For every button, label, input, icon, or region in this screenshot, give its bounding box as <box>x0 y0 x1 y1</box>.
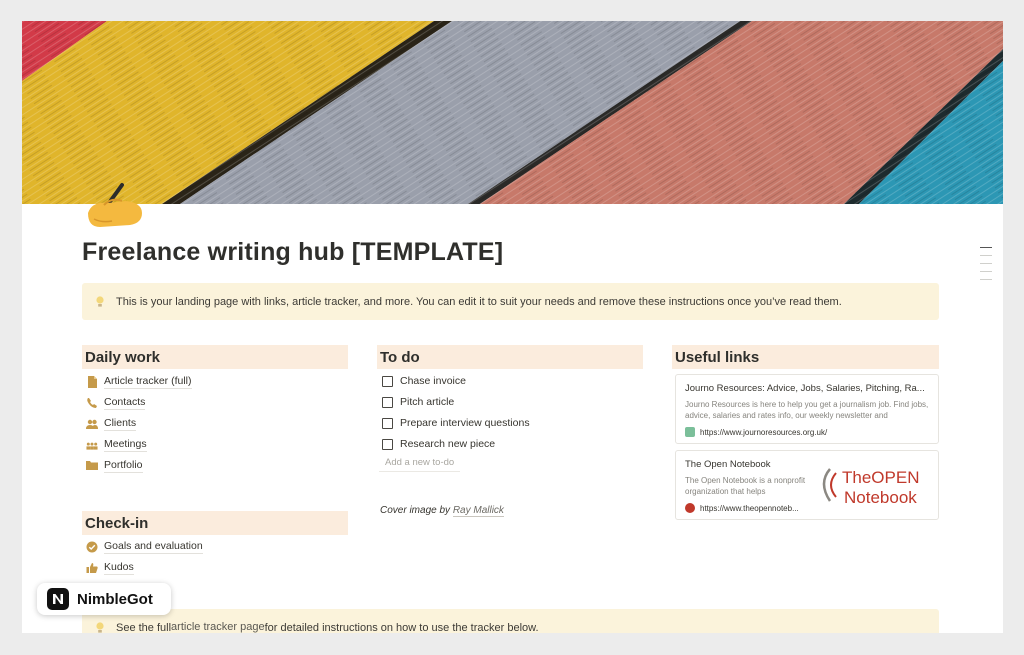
todo-checkbox[interactable] <box>382 418 393 429</box>
tracker-callout: See the full article tracker page for de… <box>82 609 939 633</box>
link-portfolio[interactable]: Portfolio <box>86 455 192 476</box>
bookmark-journo-resources[interactable]: Journo Resources: Advice, Jobs, Salaries… <box>675 374 939 444</box>
link-clients[interactable]: Clients <box>86 413 192 434</box>
photographer-link[interactable]: Ray Mallick <box>452 505 504 517</box>
bookmark-description: The Open Notebook is a nonprofit organiz… <box>685 476 806 496</box>
writing-hand-icon[interactable] <box>82 179 148 233</box>
lightbulb-icon <box>96 295 104 307</box>
cover-credit: Cover image by Ray Mallick <box>380 505 504 517</box>
bookmark-open-notebook[interactable]: The Open Notebook The Open Notebook is a… <box>675 450 939 520</box>
wood-planks-illustration <box>22 21 1003 204</box>
todo-checkbox[interactable] <box>382 397 393 408</box>
bookmark-url: https://www.journoresources.org.uk/ <box>685 427 929 437</box>
article-tracker-page-link[interactable]: article tracker page <box>171 621 265 633</box>
people-icon <box>86 418 98 430</box>
link-meetings[interactable]: Meetings <box>86 434 192 455</box>
svg-text:Notebook: Notebook <box>844 488 917 507</box>
check-in-heading: Check-in <box>82 511 348 535</box>
daily-work-heading: Daily work <box>82 345 348 369</box>
folder-icon <box>86 460 98 472</box>
link-article-tracker[interactable]: Article tracker (full) <box>86 371 192 392</box>
notion-page: Freelance writing hub [TEMPLATE] This is… <box>22 21 1003 633</box>
open-notebook-logo: TheOPEN Notebook <box>822 468 919 507</box>
cover-image[interactable] <box>22 21 1003 204</box>
bookmark-url: https://www.theopennoteb... <box>685 503 813 513</box>
table-of-contents-minimap[interactable] <box>980 247 992 287</box>
check-circle-icon <box>86 541 98 553</box>
check-in-list: Goals and evaluation Kudos <box>86 536 203 578</box>
callout-text: This is your landing page with links, ar… <box>116 295 842 308</box>
useful-links-heading: Useful links <box>672 345 939 369</box>
todo-checkbox[interactable] <box>382 439 393 450</box>
link-contacts[interactable]: Contacts <box>86 392 192 413</box>
todo-item[interactable]: Chase invoice <box>382 371 530 392</box>
group-icon <box>86 439 98 451</box>
todo-item[interactable]: Research new piece <box>382 434 530 455</box>
thumbs-up-icon <box>86 562 98 574</box>
link-goals-evaluation[interactable]: Goals and evaluation <box>86 536 203 557</box>
bookmark-title: Journo Resources: Advice, Jobs, Salaries… <box>685 383 925 394</box>
todo-checkbox[interactable] <box>382 376 393 387</box>
add-todo-button[interactable]: Add a new to-do <box>379 457 461 472</box>
page-icon <box>86 375 98 388</box>
nimblegot-badge[interactable]: NimbleGot <box>37 583 171 615</box>
todo-item[interactable]: Pitch article <box>382 392 530 413</box>
open-notebook-favicon-icon <box>685 503 695 513</box>
todo-item[interactable]: Prepare interview questions <box>382 413 530 434</box>
page-title: Freelance writing hub [TEMPLATE] <box>82 238 504 266</box>
instructions-callout: This is your landing page with links, ar… <box>82 283 939 320</box>
svg-text:TheOPEN: TheOPEN <box>842 468 919 487</box>
journo-resources-favicon-icon <box>685 427 695 437</box>
bookmark-description: Journo Resources is here to help you get… <box>685 400 929 420</box>
lightbulb-icon <box>96 621 104 633</box>
nimblegot-logo-icon <box>47 588 69 610</box>
todo-heading: To do <box>377 345 643 369</box>
bookmark-title: The Open Notebook <box>685 459 771 470</box>
todo-list: Chase invoice Pitch article Prepare inte… <box>382 371 530 455</box>
phone-icon <box>86 397 98 409</box>
link-kudos[interactable]: Kudos <box>86 557 203 578</box>
daily-work-list: Article tracker (full) Contacts Clients … <box>86 371 192 476</box>
